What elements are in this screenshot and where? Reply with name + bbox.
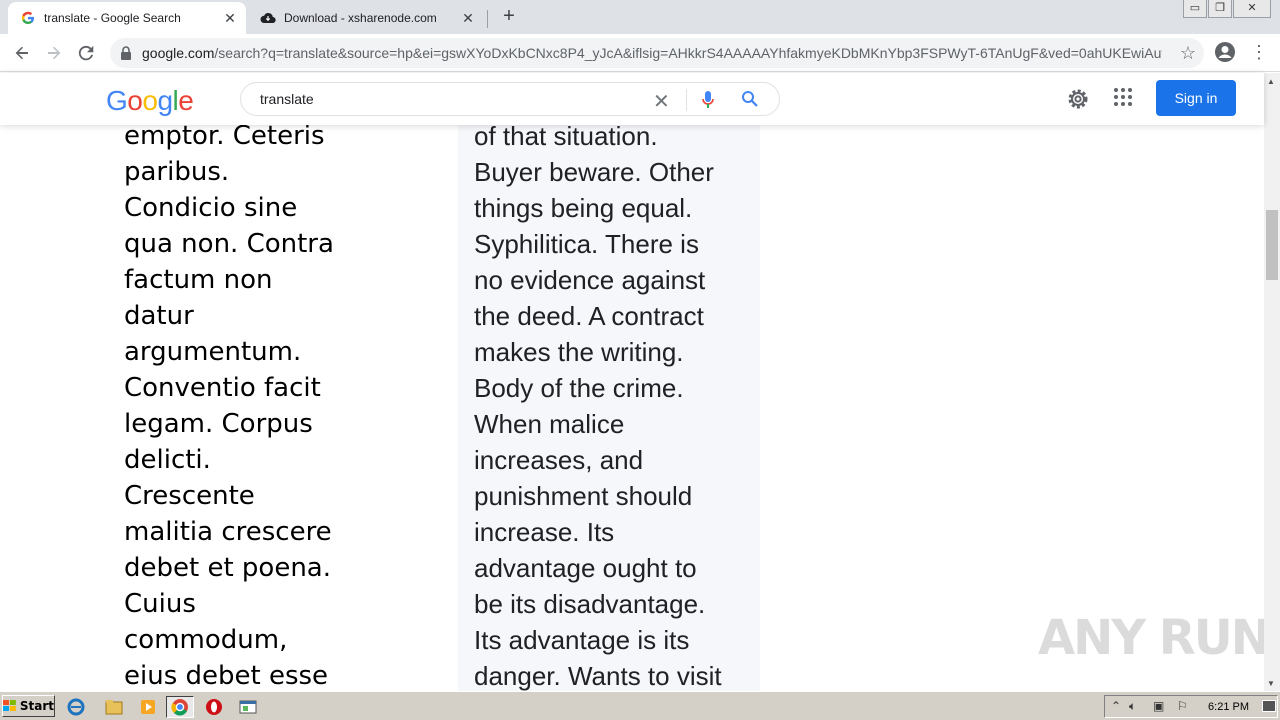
text-line: makes the writing. bbox=[474, 337, 684, 367]
text-line: datur bbox=[124, 301, 194, 331]
text-line: Condicio sine bbox=[124, 193, 298, 223]
taskbar: Start ⌃ 🔈︎ ▣ ⚐ 6:21 PM bbox=[0, 691, 1280, 720]
back-icon[interactable] bbox=[10, 41, 34, 65]
minimize-icon[interactable]: ▭ bbox=[1183, 0, 1207, 18]
tab-close-icon[interactable]: ✕ bbox=[458, 8, 478, 28]
start-button[interactable]: Start bbox=[2, 695, 55, 717]
text-line: eius debet esse bbox=[124, 661, 329, 691]
translated-text-column: of that situation. Buyer beware. Other thi… bbox=[474, 125, 754, 691]
media-player-icon[interactable] bbox=[134, 696, 162, 718]
file-explorer-icon[interactable] bbox=[100, 696, 128, 718]
text-line: malitia crescere bbox=[124, 517, 332, 547]
text-line: Its advantage is its bbox=[474, 625, 690, 655]
settings-gear-icon[interactable] bbox=[1066, 87, 1090, 111]
reload-icon[interactable] bbox=[74, 41, 98, 65]
bookmark-star-icon[interactable]: ☆ bbox=[1180, 43, 1196, 64]
text-line: Buyer beware. Other bbox=[474, 157, 714, 187]
address-bar[interactable]: google.com/search?q=translate&source=hp&… bbox=[110, 38, 1204, 68]
chrome-menu-icon[interactable]: ⋮ bbox=[1250, 41, 1268, 65]
text-line: the deed. A contract bbox=[474, 301, 704, 331]
tray-expand-icon[interactable]: ⌃ bbox=[1111, 699, 1121, 713]
volume-icon[interactable]: 🔈︎ bbox=[1129, 699, 1136, 714]
text-line: danger. Wants to visit bbox=[474, 661, 722, 691]
tab-google-search[interactable]: translate - Google Search ✕ bbox=[8, 2, 246, 34]
translation-content: emptor. Ceteris paribus. Condicio sine qua … bbox=[0, 125, 1264, 691]
text-line: qua non. Contra bbox=[124, 229, 334, 259]
text-line: debet et poena. bbox=[124, 553, 331, 583]
search-input[interactable] bbox=[260, 91, 640, 107]
text-line: commodum, bbox=[124, 625, 288, 655]
tab-close-icon[interactable]: ✕ bbox=[220, 8, 240, 28]
text-line: emptor. Ceteris bbox=[124, 125, 325, 151]
text-line: factum non bbox=[124, 265, 273, 295]
search-divider bbox=[686, 89, 687, 111]
tab-xsharenode[interactable]: Download - xsharenode.com ✕ bbox=[248, 2, 484, 34]
url-text: google.com/search?q=translate&source=hp&… bbox=[142, 45, 1162, 61]
chrome-taskbar-icon[interactable] bbox=[166, 696, 194, 718]
text-line: no evidence against bbox=[474, 265, 706, 295]
profile-avatar-icon[interactable] bbox=[1214, 41, 1238, 65]
clock: 6:21 PM bbox=[1208, 700, 1249, 713]
tab-strip: translate - Google Search ✕ Download - x… bbox=[0, 0, 1280, 34]
opera-icon[interactable] bbox=[200, 696, 228, 718]
scroll-up-icon[interactable]: ▲ bbox=[1267, 77, 1275, 86]
anyrun-watermark: ANY RUN bbox=[1038, 610, 1271, 666]
google-apps-icon[interactable] bbox=[1113, 87, 1135, 109]
app-window-icon[interactable] bbox=[234, 696, 262, 718]
text-line: increases, and bbox=[474, 445, 644, 475]
restore-icon[interactable]: ❐ bbox=[1208, 0, 1232, 18]
windows-logo-icon bbox=[3, 700, 16, 711]
text-line: Crescente bbox=[124, 481, 255, 511]
text-line: legam. Corpus bbox=[124, 409, 313, 439]
vertical-scrollbar[interactable]: ▲ ▼ bbox=[1264, 73, 1280, 691]
cloud-download-icon bbox=[260, 10, 276, 26]
text-line: Cuius bbox=[124, 589, 196, 619]
internet-explorer-icon[interactable] bbox=[62, 696, 90, 718]
system-tray: ⌃ 🔈︎ ▣ ⚐ 6:21 PM bbox=[1104, 695, 1278, 718]
text-line: increase. Its bbox=[474, 517, 615, 547]
google-header: Google ✕ Sign in bbox=[0, 73, 1264, 125]
action-center-flag-icon[interactable]: ⚐ bbox=[1177, 699, 1188, 713]
sign-in-button[interactable]: Sign in bbox=[1156, 80, 1236, 116]
tab-separator bbox=[487, 10, 488, 28]
forward-icon[interactable] bbox=[42, 41, 66, 65]
source-text-column: emptor. Ceteris paribus. Condicio sine qua … bbox=[124, 125, 344, 691]
microphone-icon[interactable] bbox=[701, 90, 719, 110]
window-close-icon[interactable]: ✕ bbox=[1233, 0, 1271, 18]
lock-icon bbox=[120, 46, 132, 60]
network-icon[interactable]: ▣ bbox=[1153, 699, 1164, 713]
text-line: of that situation. bbox=[474, 125, 658, 151]
text-line: Body of the crime. bbox=[474, 373, 684, 403]
search-icon[interactable] bbox=[741, 90, 759, 110]
text-line: punishment should bbox=[474, 481, 693, 511]
text-line: argumentum. bbox=[124, 337, 302, 367]
text-line: Conventio facit bbox=[124, 373, 321, 403]
google-g-icon bbox=[20, 10, 36, 26]
text-line: delicti. bbox=[124, 445, 211, 475]
tab-title: translate - Google Search bbox=[44, 11, 181, 25]
google-logo[interactable]: Google bbox=[106, 85, 194, 117]
text-line: Syphilitica. There is bbox=[474, 229, 699, 259]
scroll-thumb[interactable] bbox=[1266, 210, 1278, 280]
text-line: paribus. bbox=[124, 157, 230, 187]
text-line: be its disadvantage. bbox=[474, 589, 706, 619]
clear-search-icon[interactable]: ✕ bbox=[653, 89, 670, 114]
tab-title: Download - xsharenode.com bbox=[284, 11, 437, 25]
search-box: ✕ bbox=[240, 82, 780, 116]
scroll-down-icon[interactable]: ▼ bbox=[1267, 679, 1275, 688]
text-line: advantage ought to bbox=[474, 553, 697, 583]
new-tab-icon[interactable]: + bbox=[498, 6, 520, 28]
browser-toolbar: google.com/search?q=translate&source=hp&… bbox=[0, 34, 1280, 72]
show-desktop-icon[interactable] bbox=[1262, 700, 1276, 712]
text-line: When malice bbox=[474, 409, 625, 439]
text-line: things being equal. bbox=[474, 193, 693, 223]
